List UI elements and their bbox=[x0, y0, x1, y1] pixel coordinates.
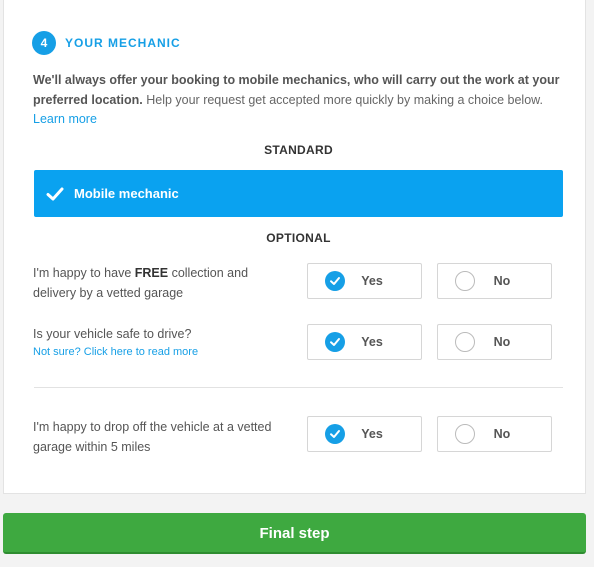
safe-no-option[interactable]: No bbox=[437, 324, 552, 360]
final-step-button[interactable]: Final step bbox=[3, 513, 586, 554]
booking-card: 4 YOUR MECHANIC We'll always offer your … bbox=[3, 0, 586, 494]
question-collection-delivery: I'm happy to have FREE collection and de… bbox=[33, 263, 293, 303]
question-text: I'm happy to have bbox=[33, 266, 135, 280]
empty-circle-icon bbox=[455, 332, 475, 352]
yes-label: Yes bbox=[361, 427, 383, 441]
divider bbox=[34, 387, 563, 388]
checked-circle-icon bbox=[325, 271, 345, 291]
dropoff-yes-option[interactable]: Yes bbox=[307, 416, 422, 452]
collection-no-option[interactable]: No bbox=[437, 263, 552, 299]
question-safe-to-drive: Is your vehicle safe to drive? Not sure?… bbox=[33, 324, 293, 360]
dropoff-no-option[interactable]: No bbox=[437, 416, 552, 452]
no-label: No bbox=[493, 427, 511, 441]
checkmark-icon bbox=[46, 187, 64, 200]
optional-section-label: OPTIONAL bbox=[266, 231, 331, 245]
question-text: Is your vehicle safe to drive? bbox=[33, 327, 192, 341]
yes-label: Yes bbox=[361, 335, 383, 349]
mobile-mechanic-label: Mobile mechanic bbox=[74, 186, 179, 201]
intro-body-text: Help your request get accepted more quic… bbox=[142, 92, 543, 107]
read-more-link[interactable]: Not sure? Click here to read more bbox=[33, 344, 293, 360]
learn-more-link[interactable]: Learn more bbox=[33, 112, 97, 126]
empty-circle-icon bbox=[455, 271, 475, 291]
question-bold-text: FREE bbox=[134, 266, 169, 280]
checked-circle-icon bbox=[325, 424, 345, 444]
no-label: No bbox=[493, 274, 511, 288]
standard-section-label: STANDARD bbox=[264, 143, 333, 157]
no-label: No bbox=[493, 335, 511, 349]
question-text: I'm happy to drop off the vehicle at a v… bbox=[33, 420, 272, 454]
step-title: YOUR MECHANIC bbox=[65, 36, 181, 50]
step-number-badge: 4 bbox=[32, 31, 56, 55]
collection-yes-option[interactable]: Yes bbox=[307, 263, 422, 299]
mobile-mechanic-option[interactable]: Mobile mechanic bbox=[34, 170, 563, 217]
safe-yes-option[interactable]: Yes bbox=[307, 324, 422, 360]
yes-label: Yes bbox=[361, 274, 383, 288]
intro-text: We'll always offer your booking to mobil… bbox=[33, 71, 573, 130]
empty-circle-icon bbox=[455, 424, 475, 444]
checked-circle-icon bbox=[325, 332, 345, 352]
question-drop-off: I'm happy to drop off the vehicle at a v… bbox=[33, 417, 293, 457]
step-header: 4 YOUR MECHANIC bbox=[32, 31, 181, 55]
